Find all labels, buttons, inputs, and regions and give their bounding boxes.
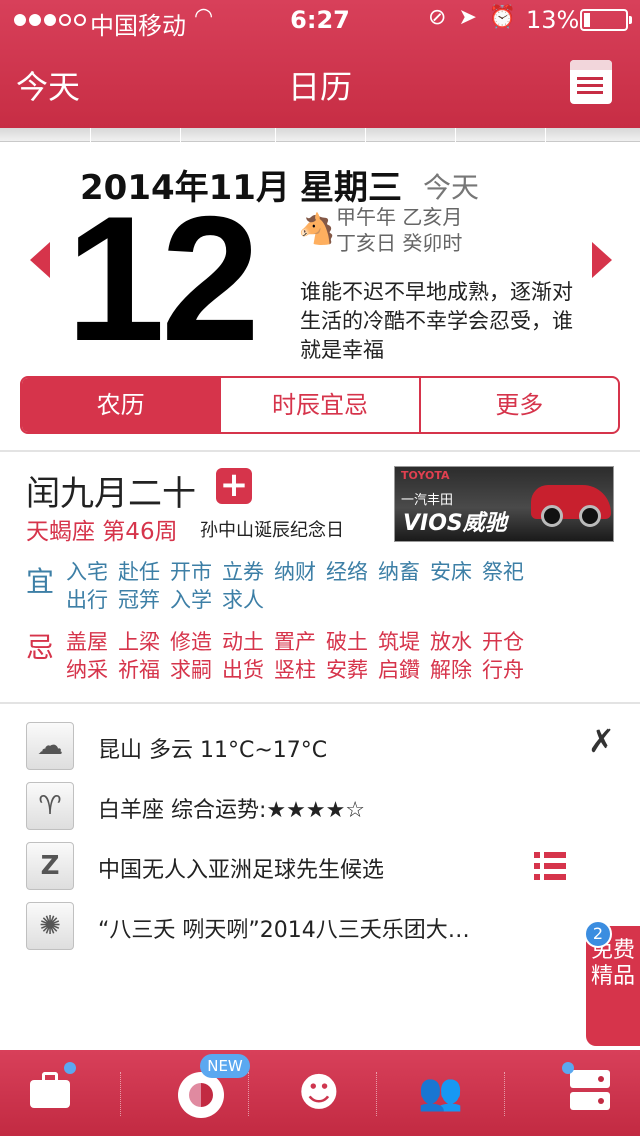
tab-lunar[interactable]: 农历 [22,378,220,432]
new-badge: NEW [200,1054,250,1078]
page-title: 日历 [287,68,352,106]
header: 中国移动 ◠ 6:27 ⊘ ➤ ⏰ 13% 今天 日历 [0,0,640,128]
battery-icon [580,9,632,31]
yi-item: 纳财 [274,560,316,584]
news-row[interactable]: Z 中国无人入亚洲足球先生候选 [26,842,586,890]
ad-brand: TOYOTA [401,469,450,482]
ji-item: 破土 [326,630,368,654]
settings-dot [562,1062,574,1074]
ji-item: 放水 [430,630,472,654]
z-icon: Z [26,842,74,890]
yi-item: 入学 [170,588,212,612]
tab-more[interactable]: 更多 [418,378,618,432]
aries-icon: ♈ [26,782,74,830]
free-apps-badge: 2 [584,920,612,948]
nav-bar: 今天 日历 [0,40,640,128]
horse-icon: 🐴 [298,212,336,247]
ganzhi-year-month: 甲午年 乙亥月 [336,205,463,229]
girl-icon[interactable]: ☻ [298,1070,340,1116]
ji-item: 纳采 [66,658,108,682]
yi-item: 开市 [170,560,212,584]
battery-percent: 13% [526,6,580,34]
date-section: 2014年11月 星期三 今天 12 🐴 甲午年 乙亥月 丁亥日 癸卯时 谁能不… [0,142,640,452]
yi-label: 宜 [26,565,55,598]
yi-item: 经络 [326,560,368,584]
ji-item: 安葬 [326,658,368,682]
tab-hours[interactable]: 时辰宜忌 [219,378,418,432]
ji-item: 竖柱 [274,658,316,682]
segment-tabs: 农历 时辰宜忌 更多 [20,376,620,434]
status-bar: 中国移动 ◠ 6:27 ⊘ ➤ ⏰ 13% [0,0,640,40]
ji-item: 开仓 [482,630,524,654]
yi-item: 赴任 [118,560,160,584]
yi-item: 入宅 [66,560,108,584]
ji-item: 盖屋 [66,630,108,654]
ganzhi-day-hour: 丁亥日 癸卯时 [336,231,463,255]
yi-item: 纳畜 [378,560,420,584]
daily-quote: 谁能不迟不早地成熟，逐渐对生活的冷酷不幸学会忍受，谁就是幸福 [300,280,573,362]
add-event-button[interactable]: + [216,468,252,504]
list-icon[interactable] [534,852,566,880]
ji-item: 解除 [430,658,472,682]
rotation-lock-icon: ⊘ [428,5,447,30]
weather-text: 昆山 多云 11°C~17°C [98,738,328,763]
weather-row[interactable]: ☁ 昆山 多云 11°C~17°C [26,722,586,770]
today-tag: 今天 [423,171,480,204]
side-tab-line2: 精品 [590,964,635,989]
yi-item: 出行 [66,588,108,612]
tools-icon[interactable]: ✗ [588,722,615,760]
entertainment-row[interactable]: ✺ “八三夭 咧天咧”2014八三夭乐团大… [26,902,586,950]
yi-list: 入宅 赴任 开市 立券 纳财 经络 纳畜 安床 祭祀出行 冠笄 入学 求人 [66,558,566,614]
ji-item: 动土 [222,630,264,654]
ad-name: VIOS威驰 [403,511,507,536]
ji-item: 启鑽 [378,658,420,682]
news-text: 中国无人入亚洲足球先生候选 [98,858,385,883]
ji-item: 置产 [274,630,316,654]
calendar-notes-icon[interactable] [570,60,612,104]
ji-item: 求嗣 [170,658,212,682]
people-icon[interactable]: 👥 [418,1070,463,1116]
fan-icon: ✺ [26,902,74,950]
day-number: 12 [66,179,260,378]
festival: 孙中山诞辰纪念日 [200,520,344,541]
bottom-tab-bar: ☻ 👥 [0,1050,640,1136]
yi-item: 求人 [222,588,264,612]
prev-day-arrow-icon[interactable] [30,242,50,278]
location-arrow-icon: ➤ [458,5,477,30]
entertainment-text: “八三夭 咧天咧”2014八三夭乐团大… [98,918,470,943]
ad-banner[interactable]: TOYOTA 一汽丰田 VIOS威驰 [394,466,614,542]
ji-label: 忌 [26,631,55,664]
car-image [531,485,611,527]
bagua-icon[interactable] [178,1072,224,1118]
yi-item: 祭祀 [482,560,524,584]
constellation-week: 天蝎座 第46周 [26,519,178,545]
horoscope-row[interactable]: ♈ 白羊座 综合运势:★★★★☆ [26,782,586,830]
lunar-day: 闰九月二十 [26,474,196,514]
horoscope-text: 白羊座 综合运势:★★★★☆ [98,798,366,823]
ji-item: 修造 [170,630,212,654]
yi-item: 冠笄 [118,588,160,612]
info-list: ☁ 昆山 多云 11°C~17°C ✗ ♈ 白羊座 综合运势:★★★★☆ Z 中… [0,706,640,1050]
weekday: 星期三 [300,168,402,208]
cloud-icon: ☁ [26,722,74,770]
lunar-section: 闰九月二十 + 天蝎座 第46周 孙中山诞辰纪念日 TOYOTA 一汽丰田 VI… [0,454,640,704]
ji-item: 出货 [222,658,264,682]
calendar-app: 中国移动 ◠ 6:27 ⊘ ➤ ⏰ 13% 今天 日历 2014年11月 星期三… [0,0,640,1136]
ji-item: 筑堤 [378,630,420,654]
ji-list: 盖屋 上梁 修造 动土 置产 破土 筑堤 放水 开仓纳采 祈福 求嗣 出货 竖柱 安葬 启鑽 解除 行舟 [66,628,566,684]
ji-item: 行舟 [482,658,524,682]
yi-item: 安床 [430,560,472,584]
ganzhi: 甲午年 乙亥月 丁亥日 癸卯时 [336,204,462,256]
alarm-icon: ⏰ [488,5,517,30]
next-day-arrow-icon[interactable] [592,242,612,278]
ji-item: 上梁 [118,630,160,654]
yi-item: 立券 [222,560,264,584]
week-strip[interactable] [0,128,640,142]
settings-icon[interactable] [570,1070,610,1112]
ji-item: 祈福 [118,658,160,682]
